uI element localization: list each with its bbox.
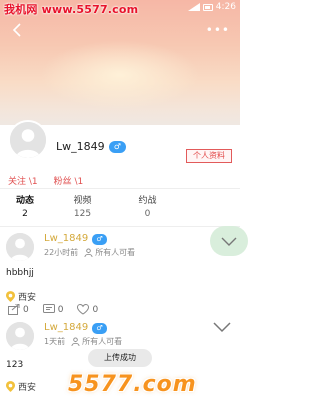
comment-icon (42, 304, 55, 313)
upload-success-toast: 上传成功 (88, 349, 152, 367)
gender-male-badge: ♂ (92, 234, 107, 245)
post-text: hbbhjj (6, 268, 34, 278)
divider (0, 226, 240, 227)
post-username[interactable]: Lw_1849 (44, 322, 88, 333)
post-visibility: 所有人可看 (71, 336, 122, 347)
heart-icon (77, 304, 90, 315)
profile-username: Lw_1849 (56, 140, 105, 153)
comment-count: 0 (57, 304, 64, 315)
tab-battles-count: 0 (144, 209, 151, 219)
battery-icon (202, 3, 213, 11)
tab-videos-count: 125 (73, 209, 92, 219)
chevron-down-icon (221, 237, 237, 246)
user-silhouette-icon (10, 122, 46, 158)
post-time: 1天前 (44, 337, 66, 346)
sun-glow (40, 40, 200, 110)
post-visibility-label: 所有人可看 (95, 248, 136, 257)
user-silhouette-icon (6, 233, 34, 261)
tab-battles[interactable]: 约战 0 (115, 195, 180, 225)
avatar[interactable] (6, 233, 34, 261)
status-time: 4:26 (215, 2, 236, 12)
stats-tabs: 动态 2 视频 125 约战 0 (0, 195, 240, 225)
tab-posts-label: 动态 (15, 196, 34, 206)
tab-videos-label: 视频 (73, 196, 92, 206)
user-silhouette-icon (6, 322, 34, 350)
post-location-label: 西安 (18, 293, 37, 303)
gender-male-badge: ♂ (109, 141, 126, 153)
share-count: 0 (23, 304, 29, 315)
tab-videos[interactable]: 视频 125 (50, 195, 115, 225)
collapse-toggle[interactable] (210, 226, 248, 256)
people-icon (71, 337, 80, 346)
following-link[interactable]: 关注 \1 (8, 174, 38, 187)
location-pin-icon (6, 381, 15, 392)
post-text: 123 (6, 360, 24, 370)
tab-posts[interactable]: 动态 2 (0, 195, 50, 225)
post-location: 西安 (6, 290, 36, 303)
follow-stats: 关注 \1 粉丝 \1 (8, 174, 83, 187)
post-actions: 0 0 0 (8, 304, 98, 315)
like-button[interactable]: 0 (77, 304, 98, 315)
post-location-label: 西安 (18, 383, 37, 393)
like-count: 0 (92, 304, 99, 315)
avatar[interactable] (6, 322, 34, 350)
status-bar: 4:26 (187, 2, 236, 12)
post-visibility: 所有人可看 (84, 247, 135, 258)
post-username[interactable]: Lw_1849 (44, 233, 88, 244)
avatar[interactable] (8, 120, 48, 160)
tab-posts-count: 2 (22, 209, 28, 219)
chevron-down-icon[interactable] (212, 321, 232, 333)
share-button[interactable]: 0 (8, 304, 29, 315)
fans-link[interactable]: 粉丝 \1 (54, 174, 84, 187)
post-location: 西安 (6, 380, 36, 393)
people-icon (84, 248, 93, 257)
post-time: 22小时前 (44, 248, 79, 257)
post-meta: 1天前 所有人可看 (44, 336, 122, 347)
back-arrow-icon[interactable] (10, 22, 26, 38)
watermark-top: 我机网 www.5577.com (4, 3, 139, 16)
divider (0, 188, 240, 189)
location-pin-icon (6, 291, 15, 302)
signal-icon (187, 3, 200, 11)
gender-male-badge: ♂ (92, 323, 107, 334)
tab-battles-label: 约战 (138, 196, 157, 206)
personal-info-button[interactable]: 个人资料 (186, 149, 232, 163)
comment-button[interactable]: 0 (42, 304, 64, 315)
watermark-bottom: 5577.com (68, 372, 197, 397)
post-meta: 22小时前 所有人可看 (44, 247, 135, 258)
more-dots-icon[interactable]: ••• (206, 24, 230, 36)
share-icon (8, 304, 20, 315)
post-visibility-label: 所有人可看 (82, 337, 123, 346)
